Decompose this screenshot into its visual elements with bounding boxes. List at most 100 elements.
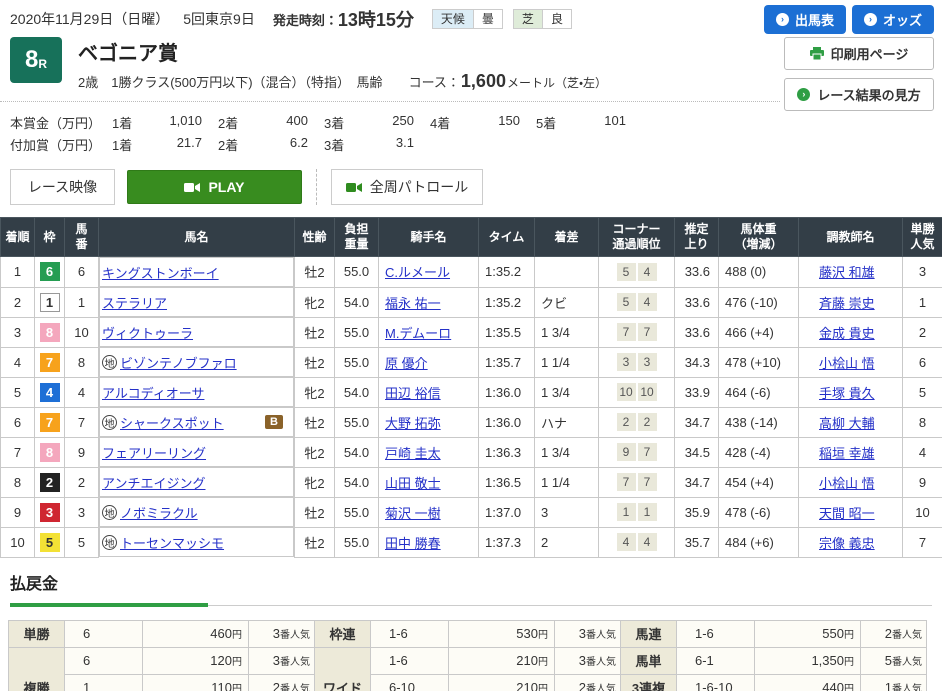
trainer-link[interactable]: 藤沢 和雄 [819,265,875,280]
entries-button-label: 出馬表 [795,10,834,29]
race-number: 8 [25,46,38,74]
trainer-link[interactable]: 金成 貴史 [819,326,875,341]
horse-name-link[interactable]: シャークスポット [120,413,224,432]
payout-table: 枠連1-6530円3番人気ワイド1-6210円3番人気6-10210円2番人気1… [314,620,621,691]
payout-row: 枠連1-6530円3番人気 [315,620,621,647]
prize-pair: 3着250 [324,113,430,132]
yen-suffix: 円 [232,684,242,691]
body-weight: 454 (+4) [719,467,799,497]
corner-position-box: 4 [638,263,657,281]
horse-name-cell: 地ビゾンテノブファロ [99,347,294,377]
jockey-link[interactable]: 福永 祐一 [385,296,441,311]
frame-color-badge: 4 [40,383,60,402]
results-header-cell: タイム [479,218,535,257]
race-video-button[interactable]: レース映像 [10,169,115,205]
payout-favorite: 2番人気 [555,674,621,691]
horse-name-link[interactable]: アンチエイジング [102,473,205,492]
payout-favorite: 3番人気 [249,647,315,674]
body-weight: 478 (-6) [719,497,799,527]
jockey-link[interactable]: 原 優介 [385,356,428,371]
print-page-button[interactable]: 印刷用ページ [784,37,934,70]
main-prize-label: 本賞金（万円） [10,113,112,132]
body-weight: 428 (-4) [719,437,799,467]
trainer-link[interactable]: 高柳 大輔 [819,416,875,431]
play-button[interactable]: PLAY [127,170,302,204]
jockey-link[interactable]: C.ルメール [385,265,450,280]
jockey-link[interactable]: 田辺 裕信 [385,386,441,401]
body-weight: 438 (-14) [719,407,799,437]
sex-age: 牡2 [295,497,335,527]
favorite-suffix: 番人気 [586,630,616,641]
payout-heading: 払戻金 [0,558,942,594]
horse-name-link[interactable]: ヴィクトゥーラ [102,323,193,342]
carried-weight: 55.0 [335,317,379,347]
corner-position-box: 4 [638,533,657,551]
payout-table: 単勝6460円3番人気複勝6120円3番人気1110円2番人気10110円1番人… [8,620,315,691]
weather-value-badge: 曇 [474,9,503,29]
jockey-link[interactable]: 山田 敬士 [385,476,441,491]
jockey-link[interactable]: 菊沢 一樹 [385,506,441,521]
horse-name-link[interactable]: ステラリア [102,293,167,312]
trainer-link[interactable]: 宗像 義忠 [819,536,875,551]
trainer-link[interactable]: 手塚 貴久 [819,386,875,401]
frame-color-badge: 7 [40,353,60,372]
jockey-cell: 田辺 裕信 [379,377,479,407]
corner-position-box: 7 [638,443,657,461]
yen-suffix: 円 [232,630,242,641]
trainer-link[interactable]: 小桧山 悟 [819,476,875,491]
favorite-suffix: 番人気 [280,684,310,691]
yen-suffix: 円 [844,657,854,668]
race-header: 8 R ベゴニア賞 2歳 1勝クラス(500万円以下)（混合）（特指） 馬齢 コ… [0,34,780,102]
horse-name-link[interactable]: ノボミラクル [120,503,198,522]
payout-table: 馬連1-6550円2番人気馬単6-11,350円5番人気3連複1-6-10440… [620,620,927,691]
horse-name-link[interactable]: トーセンマッシモ [120,533,224,552]
frame-color-badge: 5 [40,533,60,552]
corner-positions: 77 [599,467,675,497]
jockey-link[interactable]: 田中 勝春 [385,536,441,551]
odds-button[interactable]: › オッズ [852,5,934,34]
favorite-suffix: 番人気 [892,684,922,691]
result-guide-button[interactable]: › レース結果の見方 [784,78,934,111]
prize-rank-label: 3着 [324,135,358,154]
margin: クビ [535,287,599,317]
race-title: ベゴニア賞 [78,37,607,66]
finish-time: 1:35.7 [479,347,535,377]
prize-amount: 6.2 [252,135,324,154]
carried-weight: 55.0 [335,497,379,527]
table-row: 789フェアリーリング牝254.0戸崎 圭太1:36.31 3/49734.54… [1,437,942,467]
results-header-cell: 馬 番 [65,218,99,257]
jockey-link[interactable]: 戸崎 圭太 [385,446,441,461]
horse-name-link[interactable]: アルコディオーサ [102,383,204,402]
jockey-link[interactable]: 大野 拓弥 [385,416,441,431]
payout-amount: 550円 [755,620,861,647]
weather-label-badge: 天候 [432,9,474,29]
corner-position-box: 2 [617,413,636,431]
trainer-link[interactable]: 稲垣 幸雄 [819,446,875,461]
trainer-link[interactable]: 斉藤 崇史 [819,296,875,311]
patrol-video-button[interactable]: 全周パトロール [331,169,483,205]
jockey-cell: M.デムーロ [379,317,479,347]
win-favorite-rank: 4 [903,437,942,467]
win-favorite-rank: 6 [903,347,942,377]
jockey-link[interactable]: M.デムーロ [385,326,451,341]
corner-position-box: 7 [617,323,636,341]
horse-name-link[interactable]: ビゾンテノブファロ [120,353,237,372]
finish-time: 1:35.2 [479,257,535,288]
yen-suffix: 円 [844,684,854,691]
trainer-link[interactable]: 小桧山 悟 [819,356,875,371]
video-camera-icon [184,182,200,193]
race-date: 2020年11月29日（日曜） [10,9,169,29]
corner-position-box: 7 [638,473,657,491]
horse-name-link[interactable]: フェアリーリング [102,443,206,462]
entries-button[interactable]: › 出馬表 [764,5,846,34]
horse-name-link[interactable]: キングストンボーイ [102,263,219,282]
win-favorite-rank: 7 [903,527,942,557]
carried-weight: 55.0 [335,527,379,557]
prize-amount: 400 [252,113,324,132]
body-weight: 488 (0) [719,257,799,288]
trainer-link[interactable]: 天間 昭一 [819,506,875,521]
trainer-cell: 手塚 貴久 [799,377,903,407]
finish-time: 1:37.3 [479,527,535,557]
horse-name-cell: アンチエイジング [99,467,294,497]
win-favorite-rank: 3 [903,257,942,288]
